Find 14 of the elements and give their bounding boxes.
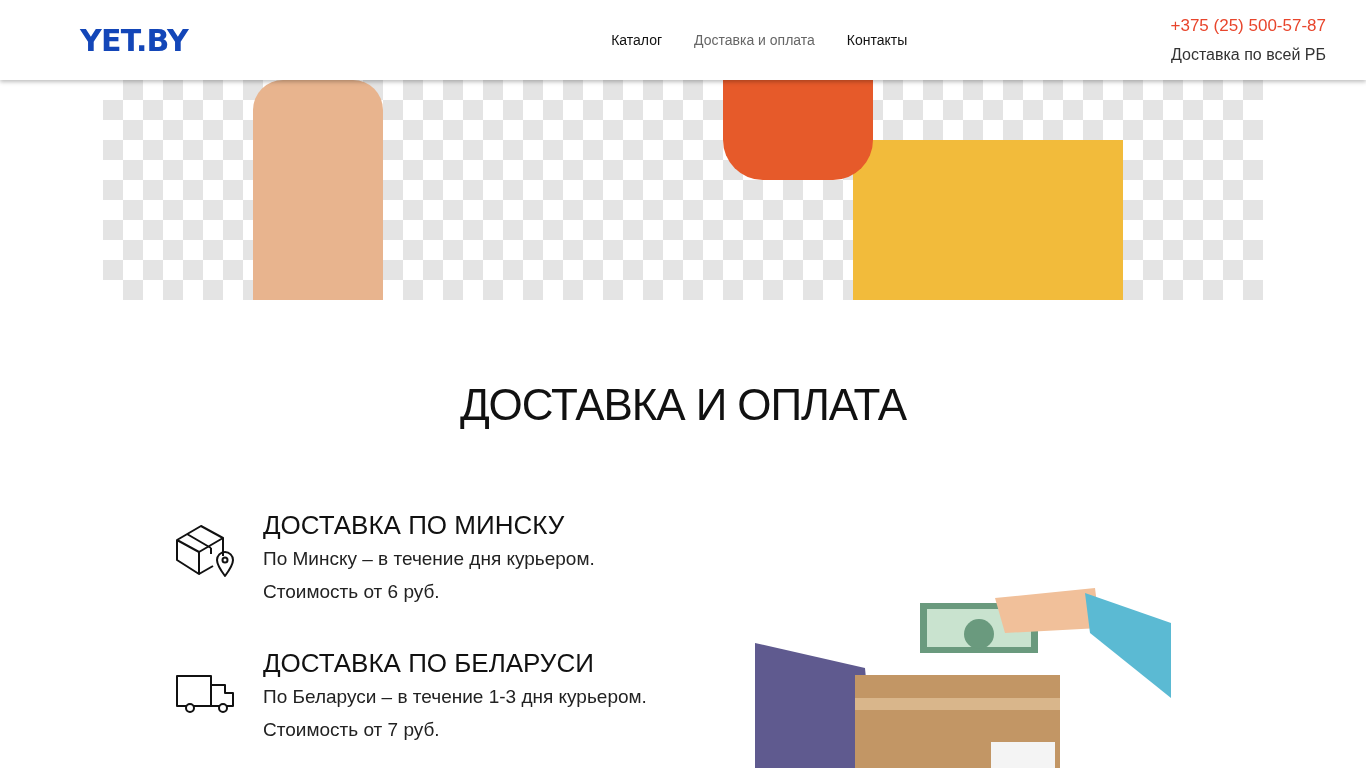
section-heading: ДОСТАВКА ПО БЕЛАРУСИ: [263, 647, 595, 680]
section-text: По Беларуси – в течение 1-3 дня курьером.: [263, 685, 647, 709]
delivery-note: Доставка по всей РБ: [1171, 44, 1326, 65]
page-title: ДОСТАВКА И ОПЛАТА: [458, 379, 908, 431]
section-text: Стоимость от 6 руб.: [263, 580, 441, 604]
nav-link[interactable]: Доставка и оплата: [694, 29, 815, 51]
truck-icon: [175, 674, 237, 714]
section-text: Стоимость от 7 руб.: [263, 718, 441, 742]
section-heading: ДОСТАВКА ПО МИНСКУ: [263, 509, 566, 542]
site-logo[interactable]: YET.BY: [80, 17, 188, 63]
nav-link[interactable]: Контакты: [846, 29, 908, 51]
section-text: По Минску – в течение дня курьером.: [263, 547, 595, 571]
phone-link[interactable]: +375 (25) 500-57-87: [1170, 13, 1326, 39]
nav-link[interactable]: Каталог: [611, 29, 663, 51]
